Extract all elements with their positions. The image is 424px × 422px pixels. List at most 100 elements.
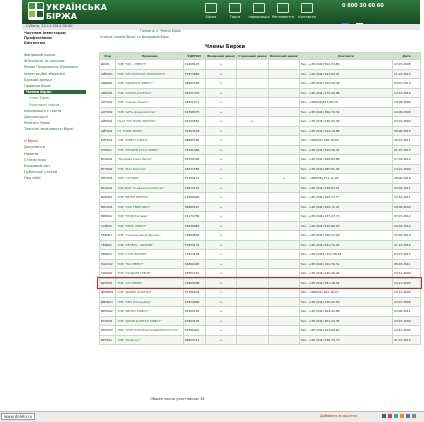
table-row[interactable]: ЕЛТ001 ТОВ "ІНВЕСТ-ЮВАЛ" 38895782 + Тел.: +3… [98, 135, 421, 146]
sidebar-item[interactable]: Правила біржі [24, 84, 86, 88]
nav-info[interactable]: Інформація [248, 2, 270, 19]
cell-name[interactable]: ТОВ "ВЕЛЗО ІНВЕСТ" [115, 306, 184, 317]
sidebar-top-item[interactable]: Емітентам [24, 41, 86, 45]
cell-name[interactable]: ПрАТ "ІНГ ВАНК УКРАЇНА" [115, 116, 184, 127]
cell-name[interactable]: АТ "ЮРІВІ ВАНК" [115, 125, 184, 136]
cell-name[interactable]: ТОВ "ГАЛА БРОКЕР" [115, 249, 184, 260]
exchange-logo-icon[interactable] [28, 2, 44, 20]
table-row[interactable]: АВК001 ТОВ "АЛЬФА-КАПІТАЛ" 35221379 + Тел.: … [98, 87, 421, 98]
cell-name[interactable]: ТОВ "АРТ-КАПІТАЛ СЕКЬЮРІТІЗ" [115, 68, 184, 79]
table-row[interactable]: ПАС002 ТОВ "ЛІС-ІНВЕСТ" 34869493 + Тел.: +38… [98, 258, 421, 269]
sidebar-bottom-item[interactable]: Документи [24, 145, 86, 149]
cell-name[interactable]: ТОВ "ЛІС-ІНВЕСТ" [115, 258, 184, 269]
cell-name[interactable]: ТОВ "АЛЬФА-КАПІТАЛ" [115, 87, 184, 98]
sidebar-bottom-item[interactable]: Новини [24, 152, 86, 156]
sidebar-top-item[interactable]: Професійним [24, 36, 86, 40]
odnoklassniki-icon[interactable] [400, 414, 404, 418]
sidebar-item[interactable]: Фондовий ринок [24, 53, 86, 57]
status-url[interactable]: www.dalelo.ru [1, 413, 36, 420]
sidebar-bottom-item[interactable]: Статистика [24, 158, 86, 162]
sidebar-bottom-item[interactable]: Публікації статей [24, 170, 86, 174]
table-row[interactable]: ЕЗТ001 ТОВ "ГРУШЕВ СТАЛ СЕРВІС" 33441484 + Т… [98, 144, 421, 155]
cell-name[interactable]: ТОВ "СІГНАЕР" [115, 173, 184, 184]
cell-name[interactable]: ТОВ "АДАМАНТ ІНВЕСТ" [115, 78, 184, 89]
sidebar-bottom-item[interactable]: О біржі [24, 139, 86, 143]
table-row[interactable]: ВЛС001 ТОВ "СОС ТВЕРГОВІЧ" 36885527 + Тел.: … [98, 201, 421, 212]
sidebar-item[interactable]: Депозитарні [24, 115, 86, 119]
table-row[interactable]: ВТЛ002 ТОВ "Ріал Капітал" 33671582 + Тел.: +… [98, 163, 421, 174]
breadcrumb-sublink[interactable]: Список членів біржі та фондових бірж [100, 35, 300, 39]
cell-name[interactable]: "Фондова рiзна біржа" [115, 154, 184, 165]
sidebar-item[interactable]: Інвестиційні зберігачі [24, 72, 86, 76]
sidebar-bottom-item[interactable]: Біржовий світ [24, 164, 86, 168]
table-row[interactable]: АЙУ001 ПрАТ "ІНГ ВАНК УКРАЇНА" 32249851 + + Т… [98, 116, 421, 127]
cell-name[interactable]: ТОВ "Стелець фонд Брокер" [115, 230, 184, 241]
table-row[interactable]: ЕСЛ001 ТОВ "ДОМИ КАПІТАЛ ІНВЕСТ" 37823125 +… [98, 315, 421, 326]
table-row[interactable]: АВЦ001 ТОВ "АДАМАНТ ІНВЕСТ" 38961509 + Тел.:… [98, 78, 421, 89]
cell-name[interactable]: ТОВ "ІНВЕСТ-ЮВАЛ" [115, 135, 184, 146]
logo-subtext[interactable]: БІРЖА [46, 12, 77, 21]
facebook-icon[interactable] [382, 414, 386, 418]
table-row[interactable]: ГЕР002 ТОВ "КЕЛЕКС - БРОКЕР" 37823174 + Тел.… [98, 239, 421, 250]
table-row[interactable]: ВСА001 "Фондова рiзна біржа" 22350304 + Тел.… [98, 154, 421, 165]
sidebar-item[interactable]: Біржові фонди [24, 78, 86, 82]
cell-name[interactable]: ТОВ "СОС ТВЕРГОВІЧ" [115, 201, 184, 212]
cell-name[interactable]: ТОВ "КУА - ІНВЕСТ" [115, 59, 184, 70]
cell-name[interactable]: ТОВ "КЕЛЕКС - БРОКЕР" [115, 239, 184, 250]
cell-name[interactable]: ТОВ "ДОМИ КАПІТАЛ ІНВЕСТ" [115, 315, 184, 326]
sidebar-item[interactable]: Технічні можливості біржі [24, 127, 86, 131]
table-row[interactable]: ВРГ001 ТОВ "Ліндгрос" 36853711 + Тел.: +38 (… [98, 334, 421, 345]
nav-regulations[interactable]: Регламенти [272, 2, 294, 19]
cell-name[interactable]: ТОВ "Алатас Фінанс" [115, 97, 184, 108]
cell-code: АЙУ001 [98, 116, 117, 127]
table-row[interactable]: ДІ001 ТОВ "КУА - ІНВЕСТ" 31208197 + Тел.: +3… [98, 59, 421, 70]
cell-stock: + [204, 106, 238, 117]
sidebar-item[interactable]: Рейтинг біржі [24, 121, 86, 125]
cell-name[interactable]: ТОВ "ДАМЕР КАПИТАЛ" [115, 287, 184, 298]
cell-name[interactable]: ТОВ "ГРУШЕВ СТАЛ СЕРВІС" [115, 144, 184, 155]
share-link[interactable]: Добавить в соцсети [320, 414, 357, 418]
table-row[interactable]: ВСА001 ТОВ ДАИ "Стаджинол Капітал" 3381416… [98, 182, 421, 193]
cell-name[interactable]: ТОВ "ЄТОВ Кагаван" [115, 211, 184, 222]
cell-futures [236, 258, 269, 269]
sidebar-subitem[interactable]: Член Біржі [24, 96, 86, 100]
cell-name[interactable]: ТОВ "Ріал Капітал" [115, 163, 184, 174]
table-row[interactable]: АЙП001 ТОВ "АРТ-КАПІТАЛ СЕКЬЮРІТІЗ" 378746… [98, 68, 421, 79]
table-row[interactable]: ДЕЛ002 ТОВ "ВЕЛЗО ІНВЕСТ" 36305116 + Тел.: +… [98, 306, 421, 317]
table-row[interactable]: ДВЛ001 ТОВ "ЄРІЗ Ваганьфор" 37874889 + Тел.:… [98, 296, 421, 307]
twitter-icon[interactable] [394, 414, 398, 418]
sidebar-item-members-active[interactable]: Члени біржі [24, 90, 86, 95]
vk-icon[interactable] [406, 414, 410, 418]
nav-exchange[interactable]: Біржа [200, 2, 222, 19]
nav-contacts[interactable]: Контакти [296, 2, 318, 19]
more-icon[interactable] [412, 414, 416, 418]
google-icon[interactable] [388, 414, 392, 418]
cell-name[interactable]: ТОВ "ВЕ ЕМ ЄВРОПА" [115, 192, 184, 203]
sidebar-item[interactable]: Ф'ючерсні та опціони [24, 59, 86, 63]
table-row[interactable]: ГЕБ001 ТОВ "Стелець фонд Брокер" 37889893 +… [98, 230, 421, 241]
cell-name[interactable]: ТОВ "Ліндгрос" [115, 334, 184, 345]
table-row[interactable]: ЕРК001 ТОВ "ЄТОВ Кагаван" 32171780 + Тел.: +… [98, 211, 421, 222]
table-row[interactable]: ГАР002 ТОВ "ЕТЕЛІ ІНВЕСТ" 35648963 + Тел.: +… [98, 220, 421, 231]
table-row[interactable]: ВЛС001 ТОВ "СІГНАЕР" 37560174 + + Тел.: +38(0… [98, 173, 421, 184]
table-row[interactable]: АЛТ002 ТОВ "АРТА-фонд Капітал" 32708375 + Те… [98, 106, 421, 117]
sidebar-item[interactable]: Інформація з торгів [24, 109, 86, 113]
table-row[interactable]: АЙТ001 АТ "ЮРІВІ ВАНК" 19363018 + Тел.: +38 … [98, 125, 421, 136]
sidebar-top-item[interactable]: Частним інвесторам [24, 31, 86, 35]
table-row[interactable]: ВАЕ001 ТОВ "ВЕ ЕМ ЄВРОПА" 21560906 + Тел.: +… [98, 192, 421, 203]
cell-name[interactable]: ТОВ "ЄРІЗ Ваганьфор" [115, 296, 184, 307]
cell-name[interactable]: ТОВ ДАИ "Стаджинол Капітал" [115, 182, 184, 193]
cell-name[interactable]: ТОВ "ЮНІТ ФІНАНСИ СОЦИАЛЬНОГО ЗА" [115, 325, 184, 336]
table-row[interactable]: АЛТ001 ТОВ "Алатас Фінанс" 36421371 + Тел.: … [98, 97, 421, 108]
table-row[interactable]: ГЕР003 ТОВ "ГАЛА БРОКЕР" 37823194 + Тел.: +3… [98, 249, 421, 260]
table-row[interactable]: ВЛС003 ТОВ "ЮНІТ ФІНАНСИ СОЦИАЛЬНОГО ЗА" 3… [98, 325, 421, 336]
breadcrumb[interactable]: Головна > Члени Біржі [140, 29, 181, 33]
sidebar-item[interactable]: Ринок Профільних Біржових [24, 65, 86, 69]
cell-name[interactable]: ТОВ "АРТА-фонд Капітал" [115, 106, 184, 117]
sidebar-subitem[interactable]: Учасники торгів [24, 103, 86, 107]
cell-name[interactable]: ТОВ "ЕТЕЛІ ІНВЕСТ" [115, 220, 184, 231]
sidebar-bottom-item[interactable]: Про сайт [24, 176, 86, 180]
nav-trading[interactable]: Торги [224, 2, 246, 19]
table-row[interactable]: ДМП001 ТОВ "ДАМЕР КАПИТАЛ" 31786534 + Тел.: … [98, 287, 421, 298]
logo-text[interactable]: УКРАЇНСЬКА [46, 3, 107, 12]
